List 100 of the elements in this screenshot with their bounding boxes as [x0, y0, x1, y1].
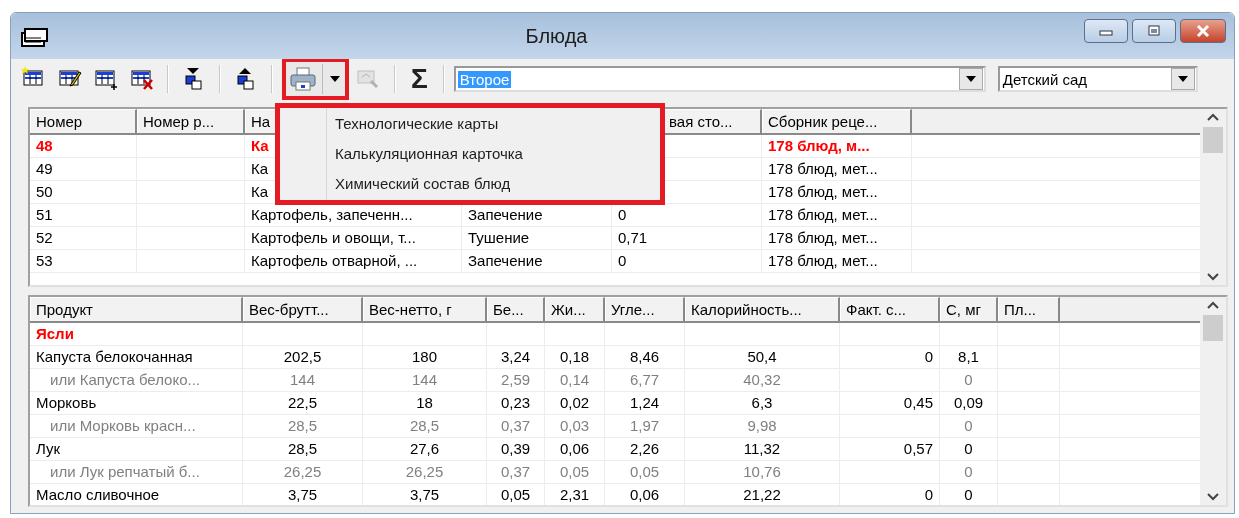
table-cell: 6,77 — [605, 369, 685, 392]
table-cell: 21,22 — [685, 484, 840, 505]
table-cell: 0,05 — [487, 484, 545, 505]
table-cell: 28,5 — [243, 438, 363, 461]
table-cell: 3,75 — [243, 484, 363, 505]
dropdown-arrow-icon — [1176, 75, 1189, 83]
table-cell: 2,59 — [487, 369, 545, 392]
table-cell: Картофель и овощи, т... — [245, 227, 462, 250]
sum-button[interactable]: Σ — [405, 63, 434, 95]
table-cell: 18 — [363, 392, 487, 415]
table-cell: 178 блюд, мет... — [762, 158, 912, 181]
column-header[interactable]: Сборник реце... — [762, 109, 912, 133]
table-cell: 0 — [940, 438, 998, 461]
table-cell: 3,24 — [487, 346, 545, 369]
table-cell: 0 — [940, 415, 998, 438]
column-header[interactable]: Продукт — [30, 297, 243, 321]
table-cell: 22,5 — [243, 392, 363, 415]
table-cell: 0,02 — [545, 392, 605, 415]
table-cell: 51 — [30, 204, 137, 227]
table-cell: 0 — [940, 369, 998, 392]
table-cell: 2,26 — [605, 438, 685, 461]
table-cell: Морковь — [30, 392, 243, 415]
maximize-icon — [1145, 24, 1163, 38]
scrollbar[interactable] — [1200, 109, 1226, 285]
table-cell: 144 — [363, 369, 487, 392]
close-button[interactable] — [1180, 19, 1226, 43]
column-header[interactable]: Номер — [30, 109, 137, 133]
table-cell: 0,71 — [612, 227, 762, 250]
table-cell: 0,14 — [545, 369, 605, 392]
table-cell: 9,98 — [685, 415, 840, 438]
column-header[interactable]: Факт. с... — [840, 297, 940, 321]
scroll-thumb[interactable] — [1203, 127, 1223, 153]
scroll-thumb[interactable] — [1203, 315, 1223, 341]
table-cell: 53 — [30, 250, 137, 273]
table-cell: 0 — [840, 346, 940, 369]
table-cell: 3,75 — [363, 484, 487, 505]
table-cell: 0,57 — [840, 438, 940, 461]
table-cell: 2,31 — [545, 484, 605, 505]
scrollbar[interactable] — [1200, 297, 1226, 505]
table-cell: 27,6 — [363, 438, 487, 461]
table-cell: или Лук репчатый б... — [30, 461, 243, 484]
table-cell: 0,37 — [487, 415, 545, 438]
table-cell: Капуста белокочанная — [30, 346, 243, 369]
table-cell: Масло сливочное — [30, 484, 243, 505]
scroll-up-icon — [1207, 301, 1219, 309]
scroll-up-icon — [1207, 113, 1219, 121]
table-cell: 180 — [363, 346, 487, 369]
table-cell: 26,25 — [363, 461, 487, 484]
table-cell: 144 — [243, 369, 363, 392]
table-cell: 26,25 — [243, 461, 363, 484]
column-header[interactable]: Бе... — [487, 297, 545, 321]
scroll-down-icon — [1207, 273, 1219, 281]
table-cell: 0,05 — [605, 461, 685, 484]
table-cell: Ясли — [30, 323, 243, 346]
column-header[interactable]: Жи... — [545, 297, 605, 321]
table-cell: 10,76 — [685, 461, 840, 484]
group-combo[interactable]: Детский сад — [997, 66, 1198, 92]
table-cell: 0,05 — [545, 461, 605, 484]
scroll-down-icon — [1207, 493, 1219, 501]
column-header[interactable]: Угле... — [605, 297, 685, 321]
table-cell: 1,97 — [605, 415, 685, 438]
column-header[interactable]: Калорийность... — [685, 297, 840, 321]
column-header[interactable]: С, мг — [940, 297, 998, 321]
table-cell: 178 блюд, мет... — [762, 227, 912, 250]
table-cell: 0 — [840, 484, 940, 505]
table-cell: Запечение — [462, 250, 612, 273]
column-header[interactable]: Номер р... — [137, 109, 245, 133]
table-cell: 48 — [30, 135, 137, 158]
table-cell: 0,45 — [840, 392, 940, 415]
column-header[interactable]: Пл... — [998, 297, 1060, 321]
table-cell: 0,06 — [545, 438, 605, 461]
table-cell: 6,3 — [685, 392, 840, 415]
maximize-button[interactable] — [1132, 19, 1176, 43]
caret-icon — [329, 75, 341, 83]
column-header[interactable]: Вес-брутт... — [243, 297, 363, 321]
table-cell: 8,46 — [605, 346, 685, 369]
table-cell: 178 блюд, мет... — [762, 181, 912, 204]
dropdown-arrow-icon — [964, 75, 977, 83]
table-cell: 8,1 — [940, 346, 998, 369]
table-cell: 0 — [612, 250, 762, 273]
table-cell: 178 блюд, мет... — [762, 204, 912, 227]
printer-icon — [290, 67, 316, 91]
minimize-button[interactable] — [1084, 19, 1128, 43]
table-cell: 28,5 — [243, 415, 363, 438]
table-cell: 50 — [30, 181, 137, 204]
table-cell: Лук — [30, 438, 243, 461]
table-cell: или Капуста белоко... — [30, 369, 243, 392]
table-cell: 0,18 — [545, 346, 605, 369]
table-cell: 11,32 — [685, 438, 840, 461]
column-header[interactable]: Вес-нетто, г — [363, 297, 487, 321]
table-cell: 0,39 — [487, 438, 545, 461]
table-cell: 0,03 — [545, 415, 605, 438]
table-cell: 0,09 — [940, 392, 998, 415]
window-title: Блюда — [524, 24, 589, 48]
table-cell: 202,5 — [243, 346, 363, 369]
table-cell: или Морковь красн... — [30, 415, 243, 438]
print-button[interactable] — [282, 58, 349, 100]
table-cell: 0 — [940, 484, 998, 505]
table-cell: 52 — [30, 227, 137, 250]
table-cell: 178 блюд, мет... — [762, 250, 912, 273]
